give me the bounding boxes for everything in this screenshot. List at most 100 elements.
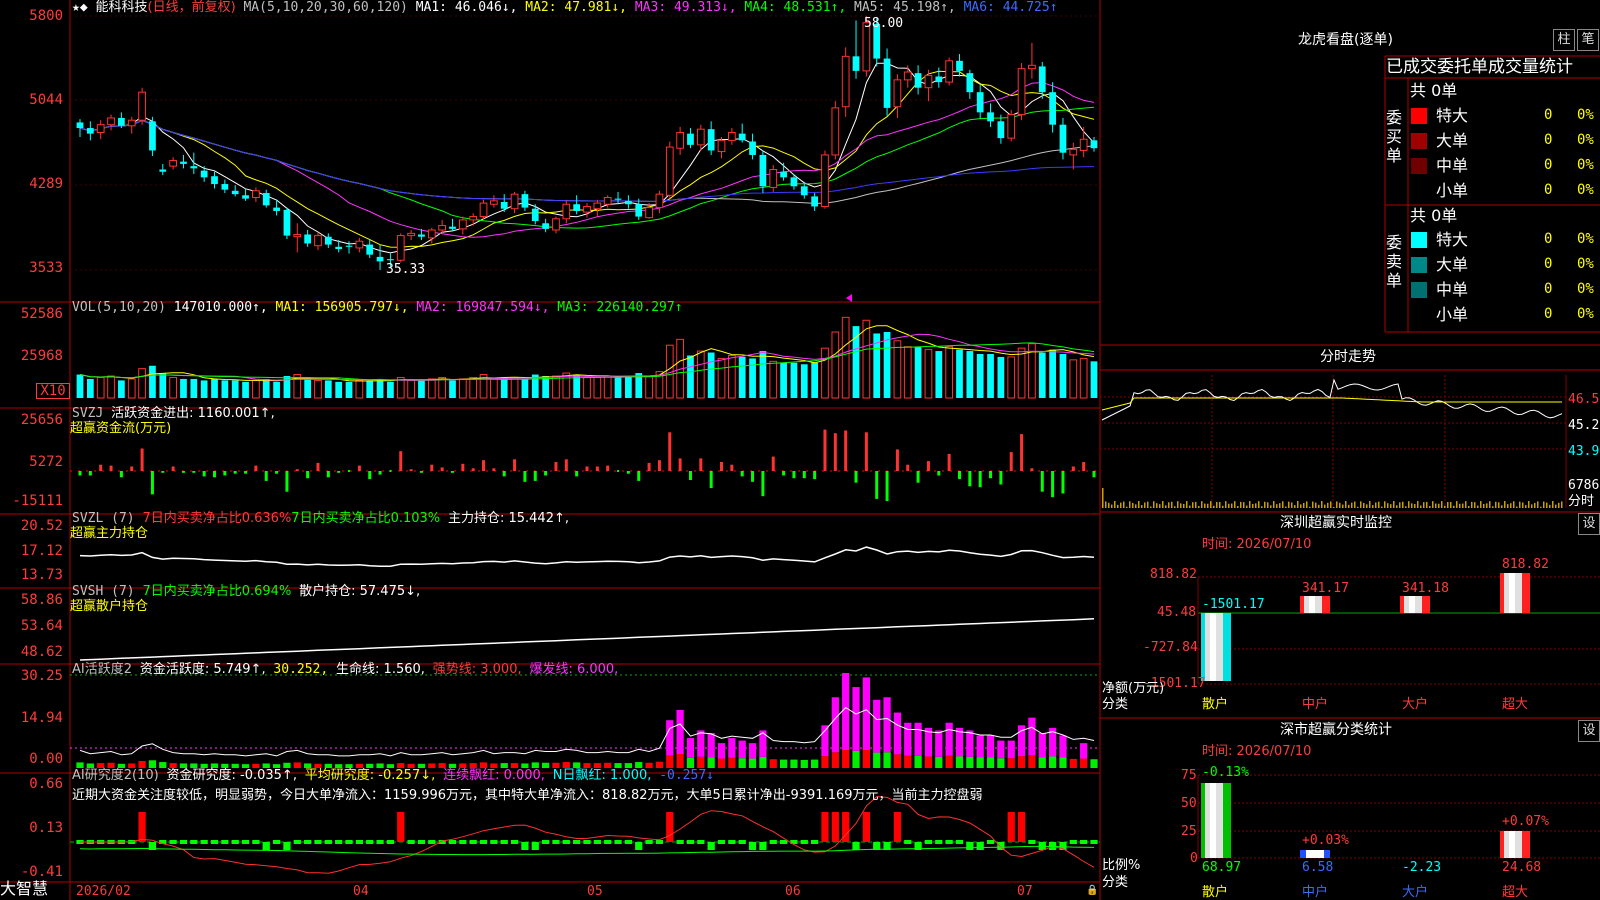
- intraday-volume-bar: [1105, 501, 1107, 508]
- ai2-bar: [769, 840, 777, 844]
- intraday-volume-bar: [1282, 501, 1284, 508]
- ss-bar-retail-shine: [1210, 783, 1216, 858]
- volume-bar: [956, 349, 963, 398]
- intraday-volume-bar: [1117, 504, 1119, 508]
- volume-bar: [159, 373, 167, 398]
- intraday-volume-bar: [1141, 505, 1143, 508]
- ai1-name: AI活跃度2: [72, 662, 132, 677]
- order-color-swatch: [1411, 257, 1427, 273]
- ai1-bar: [1017, 756, 1026, 768]
- volume-bar: [1090, 361, 1098, 398]
- intraday-volume-bar: [1177, 501, 1179, 508]
- ai1-burst-bar: [945, 722, 953, 756]
- ai1-bar: [1090, 759, 1098, 768]
- intraday-volume-bar: [1369, 501, 1371, 508]
- ai1-bar: [862, 750, 870, 768]
- ai2-name: AI研究度2(10): [72, 768, 159, 783]
- candle-body: [500, 201, 508, 209]
- candle-body: [242, 195, 249, 199]
- settings-diamond-icon[interactable]: ◆: [80, 0, 88, 15]
- intraday-volume-bar: [1543, 501, 1545, 508]
- ai2-bar: [552, 840, 560, 844]
- lock-icon[interactable]: 🔒: [1086, 883, 1098, 898]
- ai2-t2: 平均研究度: -0.257↓,: [304, 768, 436, 783]
- volume-bar: [583, 376, 591, 399]
- intraday-volume-bar: [1384, 501, 1386, 508]
- candle-body: [396, 235, 405, 261]
- intraday-volume-bar: [1129, 501, 1131, 508]
- candle-body: [1059, 124, 1067, 153]
- intraday-volume-bar: [1240, 501, 1242, 508]
- lhb-title: 龙虎看盘(逐单): [1298, 32, 1393, 48]
- candle-body: [625, 200, 632, 205]
- candle-body: [469, 216, 478, 221]
- ai2-bar: [500, 840, 508, 844]
- svzj-bar: [99, 464, 103, 471]
- stock-chart-canvas[interactable]: [0, 0, 1600, 900]
- ma1-line: [79, 62, 1095, 254]
- ai1-burst-bar: [1038, 732, 1046, 758]
- candle-body: [811, 196, 818, 207]
- order-color-swatch: [1411, 133, 1427, 149]
- volume-bar: [418, 380, 425, 398]
- sz-bar-label: 341.18: [1402, 581, 1449, 596]
- volume-bar: [645, 375, 653, 399]
- order-percent: 0%: [1577, 182, 1594, 198]
- ai1-burst-bar: [986, 735, 995, 758]
- favorite-star-icon[interactable]: ★: [72, 0, 80, 15]
- candle-body: [479, 202, 488, 218]
- sz-time: 时间: 2026/07/10: [1202, 537, 1312, 552]
- order-percent: 0%: [1577, 157, 1594, 173]
- volume-bar: [552, 375, 560, 399]
- svzj-bar: [968, 471, 972, 487]
- svzj-bar: [978, 471, 982, 488]
- intraday-volume-bar: [1549, 504, 1551, 508]
- intraday-volume-bar: [1246, 505, 1248, 508]
- candle-body: [635, 204, 643, 217]
- ai1-bar: [997, 758, 1005, 768]
- volume-bar: [376, 378, 384, 398]
- svzj-bar: [326, 471, 330, 478]
- intraday-volume-bar: [1147, 501, 1149, 508]
- ai1-bar: [852, 750, 860, 768]
- sz-axis-label: -727.84: [1143, 640, 1198, 655]
- ai2-bar: [283, 842, 291, 850]
- svzj-bar: [140, 448, 144, 471]
- intraday-volume-bar: [1414, 503, 1416, 508]
- volume-bar: [945, 346, 954, 399]
- candle-body: [345, 245, 353, 247]
- volume-bar: [76, 374, 84, 398]
- date-label: 04: [353, 884, 369, 899]
- intraday-volume-bar: [1540, 506, 1542, 508]
- ma1-value: MA1: 46.046↓,: [415, 0, 518, 15]
- svzj-subtitle: 超赢资金流(万元): [70, 421, 172, 436]
- intraday-volume-bar: [1468, 506, 1470, 508]
- ai1-bar: [811, 759, 819, 768]
- intraday-volume-bar: [1345, 501, 1347, 508]
- intraday-volume-bar: [1519, 501, 1521, 508]
- svzl-line: [79, 546, 1095, 568]
- svzj-bar: [740, 471, 744, 477]
- ss-ylabel: 比例%: [1102, 858, 1141, 873]
- bar-mode-button[interactable]: 柱: [1553, 29, 1575, 51]
- ai1-bar: [821, 756, 829, 768]
- order-count: 0: [1544, 306, 1553, 322]
- ss-ylabel: 分类: [1102, 875, 1129, 890]
- tick-mode-button[interactable]: 笔: [1577, 29, 1599, 51]
- intraday-volume-bar: [1168, 502, 1170, 508]
- intraday-volume-bar: [1360, 501, 1362, 508]
- candle-body: [531, 208, 539, 222]
- svzj-bar: [213, 471, 217, 478]
- intraday-volume-bar: [1444, 505, 1446, 508]
- sz-settings-button[interactable]: 设: [1578, 513, 1600, 535]
- ai1-bar: [759, 756, 767, 768]
- svzj-bar: [244, 471, 248, 474]
- svzj-name: SVZJ: [72, 406, 104, 421]
- order-percent: 0%: [1577, 281, 1594, 297]
- intraday-volume-bar: [1321, 501, 1323, 508]
- ss-settings-button[interactable]: 设: [1578, 720, 1600, 742]
- candle-body: [935, 76, 943, 83]
- ai1-bar: [935, 756, 943, 768]
- vol-value: 147010.000↑,: [173, 300, 268, 315]
- svsh-name: SVSH (7): [72, 584, 135, 599]
